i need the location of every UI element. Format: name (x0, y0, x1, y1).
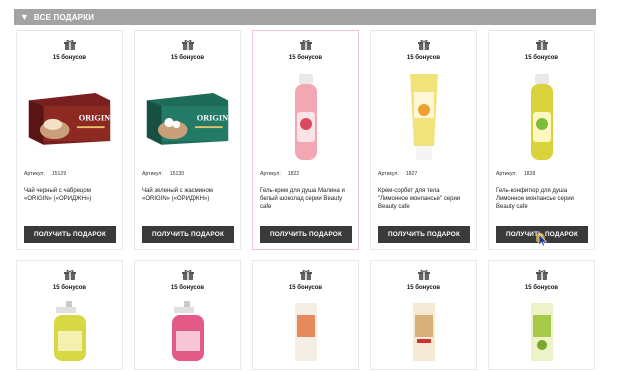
bonus-amount: 15 бонусов (288, 285, 323, 291)
svg-text:ORIGIN: ORIGIN (197, 114, 228, 123)
get-gift-button[interactable]: ПОЛУЧИТЬ ПОДАРОК (24, 226, 116, 243)
product-image[interactable] (263, 71, 348, 163)
article-label: Артикул: (142, 171, 163, 177)
article-number: 1822 (287, 171, 300, 177)
product-image[interactable] (381, 71, 466, 163)
mouse-pointer-icon (536, 233, 548, 247)
gift-icon (300, 269, 312, 280)
article-number: 1827 (405, 171, 418, 177)
product-image[interactable] (499, 301, 584, 371)
gift-icon (300, 39, 312, 50)
product-image[interactable] (263, 301, 348, 371)
bonus-amount: 15 бонусов (170, 55, 205, 61)
product-card: 15 бонусов (488, 260, 595, 370)
product-card: 15 бонусов (370, 260, 477, 370)
bonus-amount: 15 бонусов (524, 55, 559, 61)
gift-icon (64, 269, 76, 280)
gift-icon (536, 39, 548, 50)
bonus-amount: 15 бонусов (52, 285, 87, 291)
product-name[interactable]: Гель-крем для душа Малина и белый шокола… (260, 187, 352, 211)
chevron-down-icon: ▼ (20, 11, 29, 22)
product-card: 15 бонусов ORIGIN Артикул: 15129 Чай черн… (16, 30, 123, 250)
product-card: 15 бонусов ORIGIN Артикул: 15130 Чай зеле… (134, 30, 241, 250)
gift-icon (418, 269, 430, 280)
get-gift-button[interactable]: ПОЛУЧИТЬ ПОДАРОК (260, 226, 352, 243)
article-label: Артикул: (496, 171, 517, 177)
gift-icon (182, 39, 194, 50)
article-number: 1828 (523, 171, 536, 177)
article-label: Артикул: (24, 171, 45, 177)
article-label: Артикул: (260, 171, 281, 177)
product-card: 15 бонусов (252, 260, 359, 370)
product-name[interactable]: Гель-конфитюр для душа Лимонное монпансь… (496, 187, 588, 211)
bonus-amount: 15 бонусов (406, 285, 441, 291)
svg-text:ORIGIN: ORIGIN (79, 114, 110, 123)
product-image[interactable] (499, 71, 584, 163)
product-card: 15 бонусов (134, 260, 241, 370)
product-name[interactable]: Крем-сорбет для тела "Лимонное монпансье… (378, 187, 470, 211)
bonus-amount: 15 бонусов (524, 285, 559, 291)
bonus-amount: 15 бонусов (170, 285, 205, 291)
get-gift-button[interactable]: ПОЛУЧИТЬ ПОДАРОК (142, 226, 234, 243)
section-title: ВСЕ ПОДАРКИ (33, 12, 95, 22)
article-label: Артикул: (378, 171, 399, 177)
section-header[interactable]: ▼ ВСЕ ПОДАРКИ (14, 9, 596, 25)
product-name[interactable]: Чай зеленый с жасмином «ORIGIN» («ОРИДЖН… (142, 187, 234, 203)
gift-icon (536, 269, 548, 280)
bonus-amount: 15 бонусов (52, 55, 87, 61)
product-name[interactable]: Чай черный с чабрецом «ORIGIN» («ОРИДЖН»… (24, 187, 116, 203)
bonus-amount: 15 бонусов (288, 55, 323, 61)
article-number: 15129 (51, 171, 67, 177)
product-card: 15 бонусов (16, 260, 123, 370)
product-image[interactable] (145, 301, 230, 371)
gift-icon (182, 269, 194, 280)
gift-icon (418, 39, 430, 50)
product-image[interactable] (27, 301, 112, 371)
product-image[interactable]: ORIGIN (145, 71, 230, 163)
gift-icon (64, 39, 76, 50)
get-gift-button[interactable]: ПОЛУЧИТЬ ПОДАРОК (378, 226, 470, 243)
bonus-amount: 15 бонусов (406, 55, 441, 61)
product-card: 15 бонусов Артикул: 1827 Крем-сорбет для … (370, 30, 477, 250)
product-image[interactable]: ORIGIN (27, 71, 112, 163)
product-card: 15 бонусов Артикул: 1828 Гель-конфитюр дл… (488, 30, 595, 250)
product-image[interactable] (381, 301, 466, 371)
product-card: 15 бонусов Артикул: 1822 Гель-крем для ду… (252, 30, 359, 250)
article-number: 15130 (169, 171, 185, 177)
